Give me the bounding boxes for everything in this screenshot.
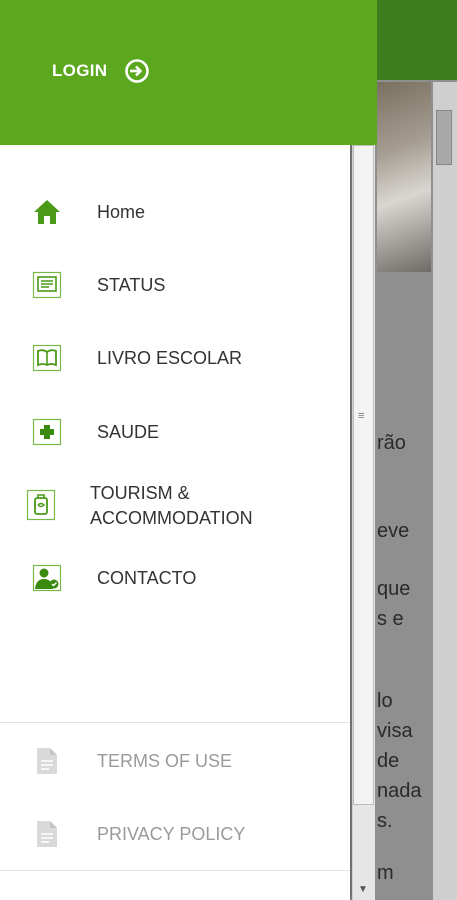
background-scrollbar-thumb[interactable] xyxy=(436,110,452,165)
background-text: nada xyxy=(377,780,422,802)
menu-item-terms-of-use[interactable]: TERMS OF USE xyxy=(0,746,350,776)
background-text: rão xyxy=(377,432,406,454)
document-icon xyxy=(32,819,62,849)
menu-item-label: CONTACTO xyxy=(97,568,197,588)
drawer-divider xyxy=(0,870,350,871)
menu-item-saude[interactable]: SAUDE xyxy=(0,417,350,447)
scrollbar-grip-icon: ≡ xyxy=(358,410,365,422)
background-text: lo xyxy=(377,690,393,712)
background-scrollbar[interactable] xyxy=(433,82,457,900)
status-icon xyxy=(32,270,62,300)
menu-item-status[interactable]: STATUS xyxy=(0,270,350,300)
drawer-divider xyxy=(0,722,350,723)
scroll-down-arrow-icon[interactable]: ▼ xyxy=(358,884,368,895)
book-icon xyxy=(32,343,62,373)
background-text: s. xyxy=(377,810,393,832)
menu-item-label-line2: ACCOMMODATION xyxy=(90,508,253,528)
drawer-scrollbar-thumb[interactable] xyxy=(353,145,374,805)
menu-item-label: TERMS OF USE xyxy=(97,751,233,771)
menu-item-privacy-policy[interactable]: PRIVACY POLICY xyxy=(0,819,350,849)
menu-item-label: TOURISM & xyxy=(90,483,190,503)
menu-item-livro-escolar[interactable]: LIVRO ESCOLAR xyxy=(0,343,350,373)
menu-item-label: PRIVACY POLICY xyxy=(97,824,246,844)
background-text: que xyxy=(377,578,411,600)
login-label: LOGIN xyxy=(52,61,108,80)
home-icon xyxy=(32,197,62,227)
background-text: de xyxy=(377,750,400,772)
menu-item-tourism-accommodation[interactable]: TOURISM & ACCOMMODATION xyxy=(0,480,350,532)
health-plus-icon xyxy=(32,417,62,447)
background-text: s e xyxy=(377,608,404,630)
menu-item-contacto[interactable]: CONTACTO xyxy=(0,563,350,593)
menu-item-label: LIVRO ESCOLAR xyxy=(97,348,243,368)
contact-icon xyxy=(32,563,62,593)
menu-item-home[interactable]: Home xyxy=(0,197,350,227)
background-text: eve xyxy=(377,520,410,542)
login-icon xyxy=(125,59,150,83)
background-text: visa xyxy=(377,720,413,742)
drawer-header: LOGIN xyxy=(0,0,377,145)
menu-item-label: SAUDE xyxy=(97,422,160,442)
menu-item-label: STATUS xyxy=(97,275,166,295)
background-photo xyxy=(377,82,431,272)
background-text: m xyxy=(377,862,394,884)
luggage-icon xyxy=(26,489,56,521)
menu-item-label: Home xyxy=(97,202,146,222)
login-button[interactable]: LOGIN xyxy=(52,58,150,84)
document-icon xyxy=(32,746,62,776)
